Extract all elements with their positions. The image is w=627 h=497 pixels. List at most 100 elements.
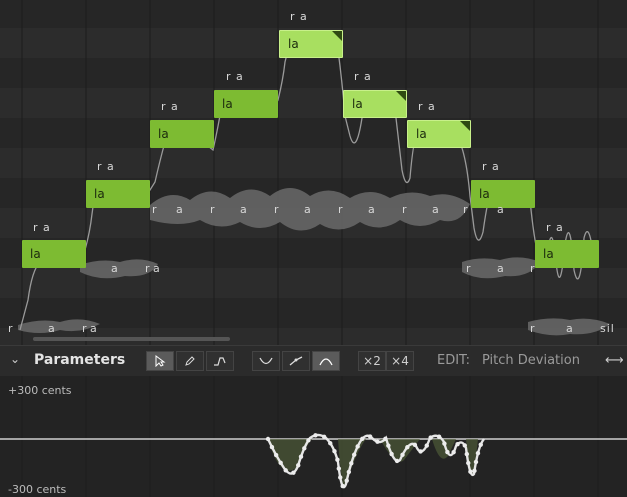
swap-arrows-icon[interactable]: ⟷ [605, 353, 624, 368]
deviation-point[interactable] [424, 443, 429, 448]
deviation-point[interactable] [298, 454, 304, 459]
deviation-point[interactable] [306, 438, 311, 443]
bottom-cents-label: -300 cents [8, 483, 67, 496]
deviation-point[interactable] [313, 433, 318, 438]
select-tool-button[interactable] [146, 351, 174, 371]
deviation-point[interactable] [346, 469, 352, 475]
deviation-point[interactable] [455, 441, 460, 447]
deviation-point[interactable] [340, 483, 345, 489]
note-4[interactable]: la [214, 90, 278, 118]
parameter-graph [0, 376, 627, 497]
deviation-point[interactable] [462, 443, 467, 448]
deviation-point[interactable] [296, 463, 301, 468]
note-lyric: la [416, 127, 427, 141]
track-phoneme: a [497, 203, 505, 216]
curve-down-button[interactable] [252, 351, 280, 371]
piano-roll[interactable]: la la la la la la la la la r a r a r a r… [0, 0, 627, 345]
line-tool-button[interactable] [206, 351, 234, 371]
track-phoneme: r [338, 203, 344, 216]
deviation-point[interactable] [321, 434, 327, 439]
note-lyric: la [30, 247, 41, 261]
deviation-point[interactable] [375, 439, 380, 444]
piano-row [0, 118, 627, 148]
deviation-point[interactable] [412, 442, 418, 448]
deviation-point[interactable] [302, 446, 307, 451]
zoom-x2-button[interactable]: ×2 [358, 351, 386, 371]
note-6-selected[interactable]: la [343, 90, 407, 118]
deviation-point[interactable] [386, 443, 391, 448]
pencil-tool-button[interactable] [176, 351, 204, 371]
note-phoneme: r a [482, 160, 500, 173]
deviation-point[interactable] [389, 451, 394, 457]
deviation-point[interactable] [355, 444, 360, 449]
track-phoneme: a [566, 322, 574, 335]
edit-parameter-value[interactable]: Pitch Deviation [482, 353, 580, 368]
deviation-point[interactable] [328, 441, 333, 446]
deviation-point[interactable] [273, 452, 279, 458]
deviation-point[interactable] [442, 441, 447, 446]
track-phoneme: r [82, 322, 88, 335]
deviation-point[interactable] [291, 470, 296, 475]
deviation-point[interactable] [265, 436, 271, 442]
pencil-icon [185, 356, 195, 366]
deviation-point[interactable] [338, 475, 343, 480]
track-phoneme: a [153, 262, 161, 275]
track-phoneme: a [111, 262, 119, 275]
deviation-point[interactable] [400, 452, 405, 458]
deviation-point[interactable] [332, 448, 337, 454]
deviation-point[interactable] [394, 458, 400, 464]
zoom-x4-button[interactable]: ×4 [386, 351, 414, 371]
deviation-point[interactable] [468, 469, 473, 474]
deviation-point[interactable] [418, 449, 423, 454]
deviation-point[interactable] [360, 436, 365, 441]
deviation-point[interactable] [335, 457, 340, 462]
curve-linear-button[interactable] [282, 351, 310, 371]
cursor-icon [155, 355, 166, 368]
deviation-point[interactable] [269, 444, 275, 450]
note-lyric: la [288, 37, 299, 51]
note-phoneme: r a [290, 10, 308, 23]
note-phoneme: r a [161, 100, 179, 113]
track-phoneme: sil [600, 322, 615, 335]
deviation-point[interactable] [464, 451, 470, 457]
note-phoneme: r a [418, 100, 436, 113]
deviation-point[interactable] [478, 442, 483, 447]
deviation-point[interactable] [351, 452, 357, 457]
deviation-point[interactable] [367, 434, 373, 439]
deviation-point[interactable] [436, 434, 442, 439]
deviation-point[interactable] [405, 445, 410, 450]
track-phoneme: r [530, 322, 536, 335]
track-phoneme: a [48, 322, 56, 335]
note-1[interactable]: la [22, 240, 86, 268]
track-phoneme: a [304, 203, 312, 216]
note-3[interactable]: la [150, 120, 214, 148]
note-5-selected[interactable]: la [279, 30, 343, 58]
track-phoneme: r [8, 322, 14, 335]
line-tool-icon [214, 357, 226, 366]
parameter-editor[interactable]: +300 cents -300 cents [0, 376, 627, 497]
curve-down-icon [259, 357, 273, 365]
track-phoneme: a [90, 322, 98, 335]
collapse-chevron-icon[interactable]: ⌄ [10, 352, 20, 366]
note-9[interactable]: la [535, 240, 599, 268]
deviation-point[interactable] [344, 478, 349, 483]
note-7-selected[interactable]: la [407, 120, 471, 148]
deviation-point[interactable] [475, 450, 481, 456]
deviation-point[interactable] [278, 460, 283, 466]
deviation-point[interactable] [451, 449, 456, 455]
deviation-point[interactable] [428, 435, 433, 440]
curve-up-button[interactable] [312, 351, 340, 371]
deviation-point[interactable] [336, 466, 342, 471]
deviation-point[interactable] [473, 459, 479, 465]
deviation-point[interactable] [383, 436, 388, 441]
track-phoneme: r [402, 203, 408, 216]
deviation-point[interactable] [466, 460, 471, 466]
note-2[interactable]: la [86, 180, 150, 208]
linear-curve-icon [289, 356, 303, 366]
deviation-point[interactable] [445, 449, 450, 455]
track-phoneme: a [240, 203, 248, 216]
horizontal-scrollbar[interactable] [33, 337, 230, 341]
deviation-point[interactable] [349, 461, 354, 466]
deviation-point[interactable] [283, 468, 288, 473]
deviation-point[interactable] [472, 468, 477, 474]
